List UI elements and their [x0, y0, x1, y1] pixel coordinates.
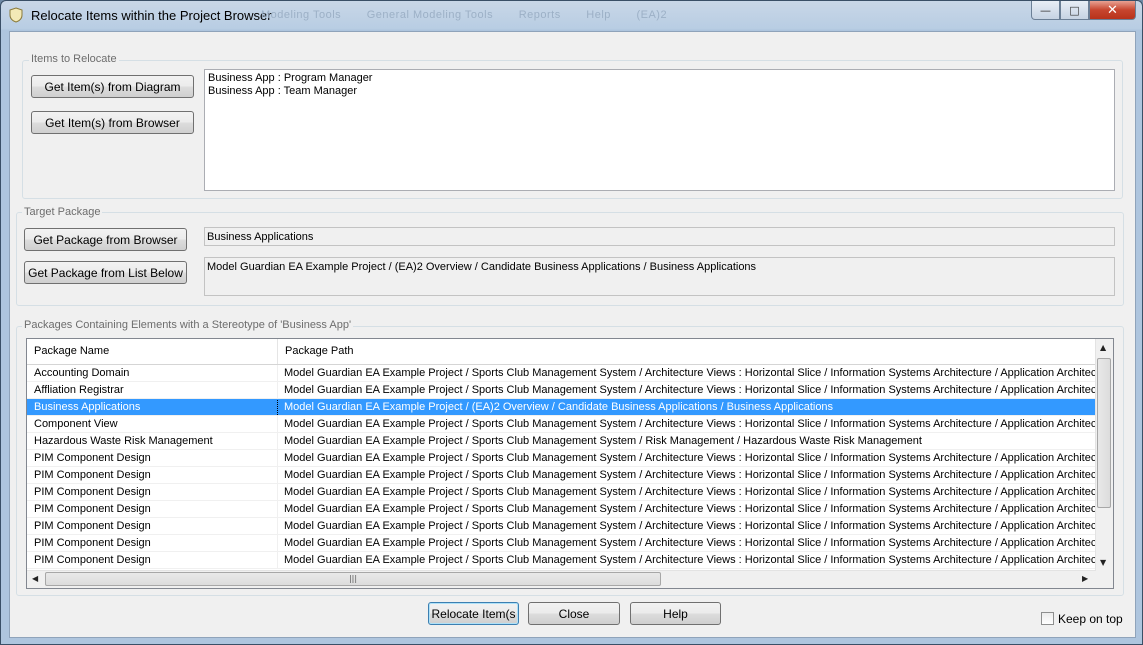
window-controls: — □ ✕: [1031, 1, 1136, 20]
keep-on-top-checkbox[interactable]: [1041, 612, 1054, 625]
ghost-menu-item: Help: [586, 9, 611, 21]
target-group-label: Target Package: [22, 206, 103, 218]
vertical-scroll-thumb[interactable]: [1097, 358, 1111, 508]
cell-package-name: PIM Component Design: [34, 537, 151, 549]
close-window-button[interactable]: ✕: [1089, 1, 1136, 20]
window-title: Relocate Items within the Project Browse…: [31, 8, 272, 23]
target-package-name-field: Business Applications: [204, 227, 1115, 246]
dialog-window: Relocate Items within the Project Browse…: [0, 0, 1143, 645]
background-menu: Modeling Tools General Modeling Tools Re…: [261, 9, 689, 21]
cell-package-name: Affliation Registrar: [34, 384, 124, 396]
scroll-up-icon[interactable]: ▲: [1100, 343, 1106, 352]
ghost-menu-item: Reports: [518, 9, 561, 21]
help-button[interactable]: Help: [630, 602, 721, 625]
table-row[interactable]: PIM Component Design Model Guardian EA Ex…: [27, 450, 1096, 467]
cell-package-name: PIM Component Design: [34, 503, 151, 515]
cell-package-name: Component View: [34, 418, 118, 430]
table-row[interactable]: PIM Component Design Model Guardian EA Ex…: [27, 484, 1096, 501]
shield-icon: [9, 7, 23, 23]
cell-package-path: Model Guardian EA Example Project / Spor…: [284, 435, 922, 447]
cell-package-name: PIM Component Design: [34, 486, 151, 498]
list-item[interactable]: Business App : Team Manager: [208, 85, 1111, 98]
title-bar[interactable]: Relocate Items within the Project Browse…: [1, 1, 1142, 29]
table-row[interactable]: PIM Component Design Model Guardian EA Ex…: [27, 552, 1096, 569]
cell-package-path: Model Guardian EA Example Project / Spor…: [284, 418, 1096, 430]
scroll-down-icon[interactable]: ▼: [1100, 558, 1106, 567]
vertical-scrollbar[interactable]: ▲ ▼: [1095, 339, 1113, 571]
ghost-menu-item: Modeling Tools: [261, 9, 342, 21]
cell-package-name: Hazardous Waste Risk Management: [34, 435, 213, 447]
cell-package-path: Model Guardian EA Example Project / Spor…: [284, 503, 1096, 515]
ghost-menu-item: General Modeling Tools: [366, 9, 494, 21]
horizontal-scroll-thumb[interactable]: |||: [45, 572, 661, 586]
maximize-icon: □: [1069, 3, 1080, 17]
packages-grid: Package Name Package Path Accounting Dom…: [26, 338, 1114, 589]
cell-package-name: PIM Component Design: [34, 469, 151, 481]
table-row[interactable]: Component View Model Guardian EA Example …: [27, 416, 1096, 433]
dialog-body: Items to Relocate Get Item(s) from Diagr…: [9, 31, 1136, 638]
cell-package-name: Accounting Domain: [34, 367, 130, 379]
cell-package-path: Model Guardian EA Example Project / Spor…: [284, 367, 1096, 379]
table-row[interactable]: PIM Component Design Model Guardian EA Ex…: [27, 518, 1096, 535]
scroll-right-icon[interactable]: ▶: [1082, 574, 1088, 583]
cell-package-path: Model Guardian EA Example Project / Spor…: [284, 486, 1096, 498]
cell-package-path: Model Guardian EA Example Project / Spor…: [284, 452, 1096, 464]
cell-package-path: Model Guardian EA Example Project / Spor…: [284, 469, 1096, 481]
maximize-button[interactable]: □: [1060, 1, 1089, 20]
table-row[interactable]: Hazardous Waste Risk Management Model Gua…: [27, 433, 1096, 450]
table-row[interactable]: Accounting Domain Model Guardian EA Examp…: [27, 365, 1096, 382]
cell-package-name: PIM Component Design: [34, 554, 151, 566]
relocate-items-button[interactable]: Relocate Item(s: [428, 602, 519, 625]
list-item[interactable]: Business App : Program Manager: [208, 72, 1111, 85]
minimize-button[interactable]: —: [1031, 1, 1060, 20]
cell-package-path: Model Guardian EA Example Project / Spor…: [284, 520, 1096, 532]
get-package-from-list-button[interactable]: Get Package from List Below: [24, 261, 187, 284]
table-row[interactable]: PIM Component Design Model Guardian EA Ex…: [27, 501, 1096, 518]
cell-package-name: PIM Component Design: [34, 452, 151, 464]
get-package-from-browser-button[interactable]: Get Package from Browser: [24, 228, 187, 251]
items-group-label: Items to Relocate: [29, 53, 119, 65]
cell-package-path: Model Guardian EA Example Project / (EA)…: [284, 401, 834, 413]
close-button[interactable]: Close: [528, 602, 620, 625]
scrollbar-corner: [1096, 571, 1113, 588]
grid-header: Package Name Package Path: [27, 339, 1096, 365]
items-list[interactable]: Business App : Program Manager Business …: [204, 69, 1115, 191]
horizontal-scrollbar[interactable]: ◀ ||| ▶: [27, 570, 1096, 588]
scroll-left-icon[interactable]: ◀: [32, 574, 38, 583]
get-items-from-diagram-button[interactable]: Get Item(s) from Diagram: [31, 75, 194, 98]
ghost-menu-item: (EA)2: [636, 9, 668, 21]
keep-on-top-label[interactable]: Keep on top: [1058, 612, 1123, 626]
cell-package-path: Model Guardian EA Example Project / Spor…: [284, 384, 1096, 396]
table-row[interactable]: PIM Component Design Model Guardian EA Ex…: [27, 535, 1096, 552]
minimize-icon: —: [1040, 3, 1051, 17]
close-icon: ✕: [1107, 2, 1118, 18]
target-package-path-field: Model Guardian EA Example Project / (EA)…: [204, 257, 1115, 296]
column-header-package-path[interactable]: Package Path: [278, 339, 1096, 364]
cell-package-path: Model Guardian EA Example Project / Spor…: [284, 554, 1096, 566]
cell-package-name: PIM Component Design: [34, 520, 151, 532]
table-row[interactable]: Affliation Registrar Model Guardian EA Ex…: [27, 382, 1096, 399]
table-row-selected[interactable]: Business Applications Model Guardian EA E…: [27, 399, 1096, 416]
get-items-from-browser-button[interactable]: Get Item(s) from Browser: [31, 111, 194, 134]
cell-package-path: Model Guardian EA Example Project / Spor…: [284, 537, 1096, 549]
table-row[interactable]: PIM Component Design Model Guardian EA Ex…: [27, 467, 1096, 484]
column-header-package-name[interactable]: Package Name: [27, 339, 278, 364]
packages-group-label: Packages Containing Elements with a Ster…: [22, 319, 354, 331]
cell-package-name: Business Applications: [34, 399, 274, 415]
